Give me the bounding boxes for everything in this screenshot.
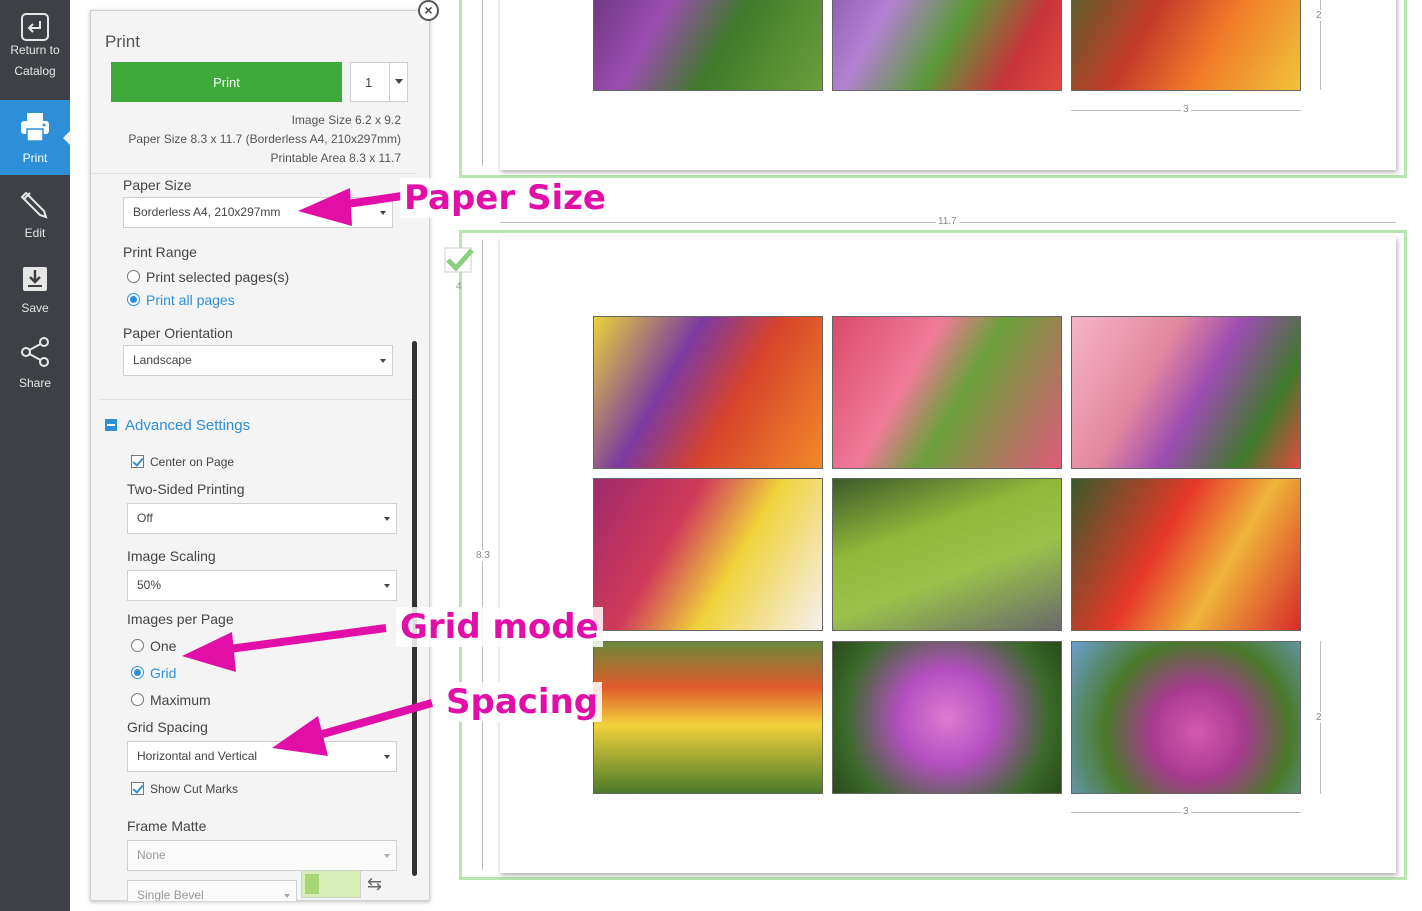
images-per-page-label: Images per Page <box>127 611 234 627</box>
return-label: Return to Catalog <box>10 43 60 78</box>
cut-marks-checkbox[interactable]: Show Cut Marks <box>131 782 238 796</box>
copies-value: 1 <box>365 75 373 90</box>
paper-size-label: Paper Size <box>123 177 192 193</box>
copies-stepper[interactable]: 1 <box>350 62 408 102</box>
sidebar-item-print[interactable]: Print <box>0 100 71 175</box>
advanced-settings-label: Advanced Settings <box>125 417 251 434</box>
radio-dot <box>131 639 144 652</box>
photo-tulip[interactable] <box>1071 316 1301 469</box>
print-all-label: Print all pages <box>146 292 235 308</box>
photo-width-label: 3 <box>1181 806 1191 817</box>
paper-size-select[interactable]: Borderless A4, 210x297mm <box>123 197 393 228</box>
print-label: Print <box>22 151 48 165</box>
orientation-select[interactable]: Landscape <box>123 345 393 376</box>
active-caret <box>63 130 71 146</box>
share-label: Share <box>18 376 52 390</box>
images-grid-label: Grid <box>150 665 177 681</box>
print-selected-radio[interactable]: Print selected pages(s) <box>127 269 289 285</box>
return-to-catalog-button[interactable]: Return to Catalog <box>0 0 70 78</box>
print-selected-label: Print selected pages(s) <box>146 269 290 285</box>
frame-matte-label: Frame Matte <box>127 818 207 834</box>
sidebar-item-edit[interactable]: Edit <box>0 175 70 250</box>
photo-tulip[interactable] <box>832 0 1062 91</box>
page-width-label: 11.7 <box>936 216 959 227</box>
two-sided-select[interactable]: Off <box>127 503 397 534</box>
swap-icon[interactable]: ⇆ <box>367 874 395 894</box>
image-scaling-select[interactable]: 50% <box>127 570 397 601</box>
photo-tulip[interactable] <box>1071 0 1301 91</box>
settings-scroll-area: Paper Size Borderless A4, 210x297mm Prin… <box>91 173 417 901</box>
two-sided-label: Two-Sided Printing <box>127 481 245 497</box>
images-one-radio[interactable]: One <box>131 638 176 654</box>
panel-title: Print <box>105 32 140 51</box>
matte-color-swatch[interactable] <box>301 870 361 898</box>
photo-tulip[interactable] <box>593 0 823 91</box>
images-grid-radio[interactable]: Grid <box>131 665 176 681</box>
chevron-down-icon[interactable] <box>389 63 407 101</box>
pencil-icon <box>20 191 48 219</box>
images-maximum-label: Maximum <box>150 692 211 708</box>
printer-icon <box>21 113 49 142</box>
center-on-page-checkbox[interactable]: Center on Page <box>131 455 234 469</box>
photo-tulip[interactable] <box>1071 641 1301 794</box>
checkmark-icon[interactable] <box>443 246 475 274</box>
photo-tulip[interactable] <box>1071 478 1301 631</box>
paper-size-info: Paper Size 8.3 x 11.7 (Borderless A4, 21… <box>128 132 401 146</box>
print-panel: Print Print 1 Image Size 6.2 x 9.2 Paper… <box>90 10 430 901</box>
printable-area-info: Printable Area 8.3 x 11.7 <box>270 151 401 165</box>
grid-spacing-select[interactable]: Horizontal and Vertical <box>127 741 397 772</box>
image-scaling-label: Image Scaling <box>127 548 216 564</box>
radio-dot <box>131 666 144 679</box>
radio-dot <box>127 293 140 306</box>
share-icon <box>21 337 49 367</box>
page-height-label: 8.3 <box>474 550 492 561</box>
image-size-info: Image Size 6.2 x 9.2 <box>291 113 401 127</box>
bevel-select[interactable]: Single Bevel <box>127 880 297 901</box>
frame-matte-select[interactable]: None <box>127 840 397 871</box>
edit-label: Edit <box>24 226 46 240</box>
images-maximum-radio[interactable]: Maximum <box>131 692 211 708</box>
app-sidebar: Return to Catalog Print Edit Save Share <box>0 0 71 911</box>
radio-dot <box>127 270 140 283</box>
annotation-grid-mode: Grid mode <box>396 607 603 647</box>
orientation-label: Paper Orientation <box>123 325 233 341</box>
print-button[interactable]: Print <box>111 62 342 102</box>
print-range-label: Print Range <box>123 244 197 260</box>
photo-width-label: 3 <box>1181 104 1191 115</box>
collapse-icon <box>105 419 117 431</box>
photo-tulip-field[interactable] <box>593 641 823 794</box>
photo-moss[interactable] <box>832 478 1062 631</box>
divider <box>99 399 411 400</box>
annotation-paper-size: Paper Size <box>400 178 610 218</box>
save-label: Save <box>21 301 49 315</box>
download-icon <box>23 267 47 291</box>
photo-height-label: 2 <box>1314 712 1324 723</box>
close-icon: × <box>424 2 433 18</box>
sidebar-item-share[interactable]: Share <box>0 325 70 400</box>
checkbox-box <box>131 455 144 468</box>
sidebar-item-save[interactable]: Save <box>0 250 70 325</box>
photo-tulip[interactable] <box>593 478 823 631</box>
photo-tulip[interactable] <box>832 316 1062 469</box>
advanced-settings-toggle[interactable]: Advanced Settings <box>105 417 250 434</box>
print-all-radio[interactable]: Print all pages <box>127 292 235 308</box>
grid-spacing-label: Grid Spacing <box>127 719 208 735</box>
page-number: 4 <box>456 281 462 292</box>
print-preview: 2 3 11.7 8.3 2 3 <box>456 0 1422 911</box>
center-on-page-label: Center on Page <box>150 455 235 469</box>
annotation-spacing: Spacing <box>442 682 603 722</box>
close-panel-button[interactable]: × <box>418 0 439 21</box>
checkbox-box <box>131 782 144 795</box>
photo-height-label: 2 <box>1314 10 1324 21</box>
photo-tulip[interactable] <box>593 316 823 469</box>
page-height-dimension <box>482 0 483 166</box>
cut-marks-label: Show Cut Marks <box>150 782 239 796</box>
radio-dot <box>131 693 144 706</box>
photo-peony[interactable] <box>832 641 1062 794</box>
images-one-label: One <box>150 638 177 654</box>
